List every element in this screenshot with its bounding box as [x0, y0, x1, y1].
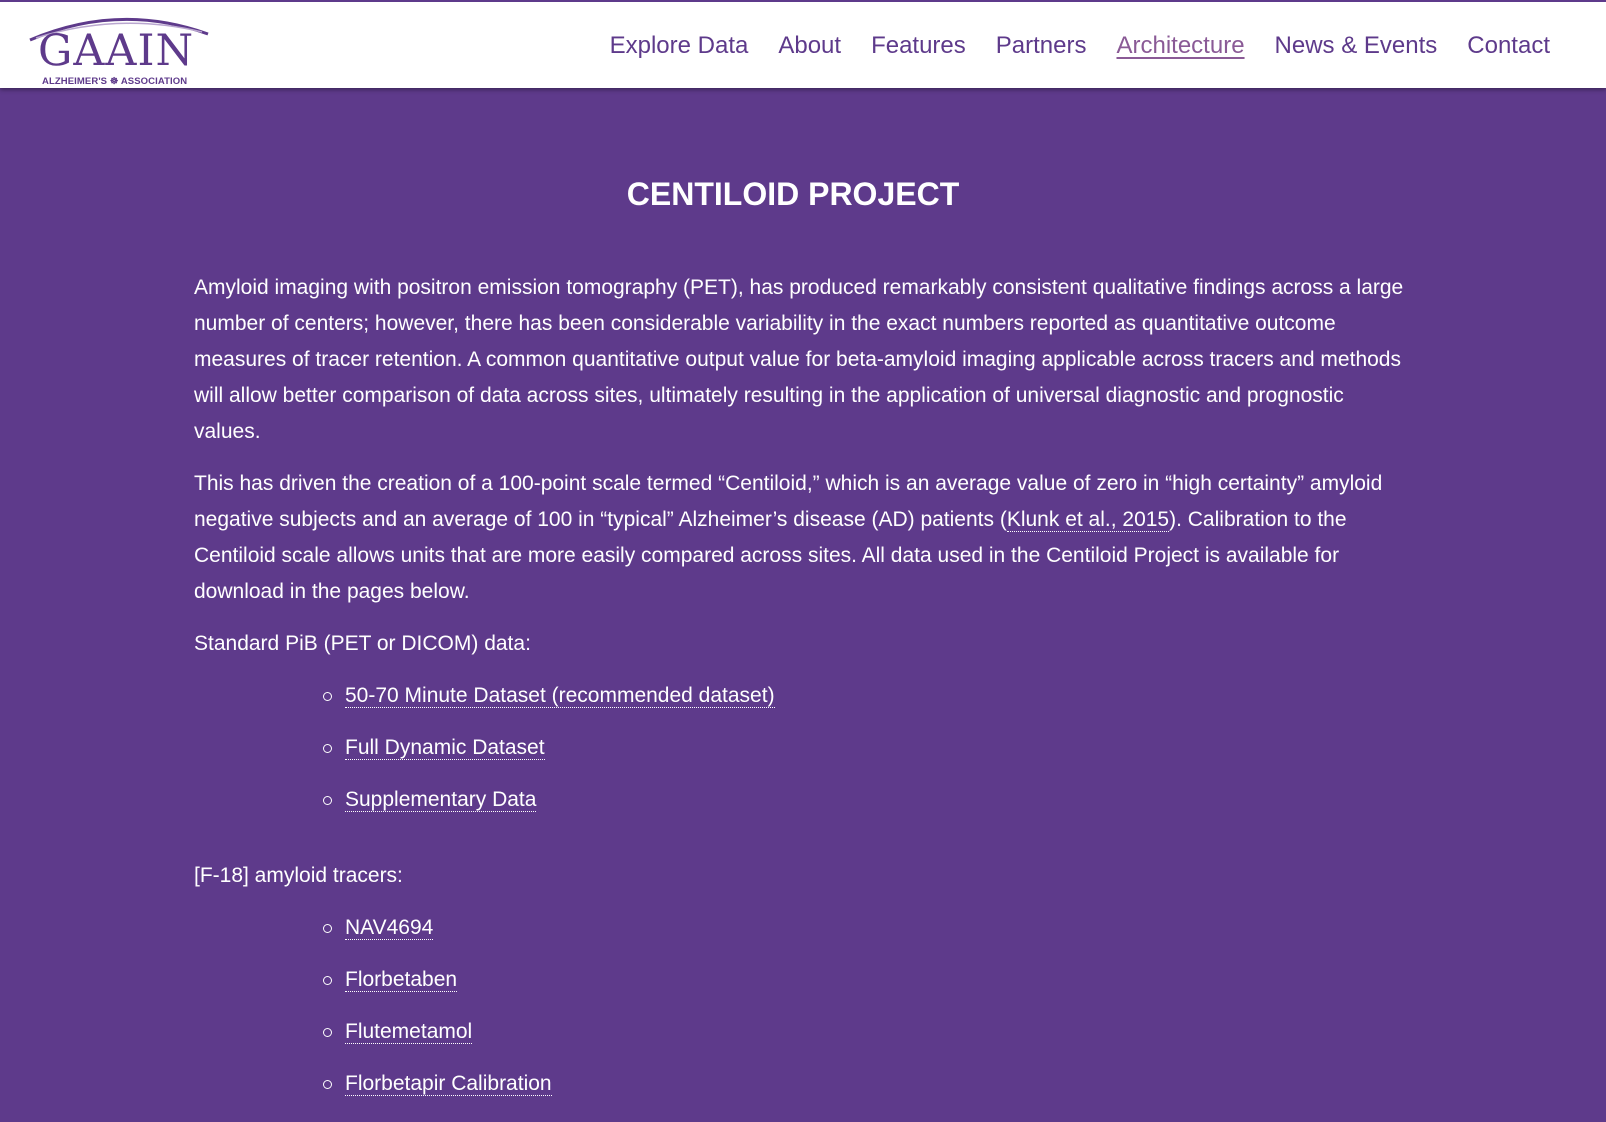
- pib-heading: Standard PiB (PET or DICOM) data:: [194, 632, 531, 655]
- florbetapir-calibration-link[interactable]: Florbetapir Calibration: [345, 1072, 552, 1096]
- klunk-citation-link[interactable]: Klunk et al., 2015: [1006, 508, 1170, 532]
- intro-paragraph: Amyloid imaging with positron emission t…: [194, 276, 1404, 443]
- f18-tracer-list: NAV4694 Florbetaben Flutemetamol Florbet…: [320, 910, 1404, 1102]
- main-nav: Explore Data About Features Partners Arc…: [610, 32, 1550, 60]
- main-content: Amyloid imaging with positron emission t…: [194, 270, 1404, 1118]
- list-item: 50-70 Minute Dataset (recommended datase…: [320, 678, 1404, 714]
- circle-bullet-icon: [323, 744, 332, 753]
- f18-heading: [F-18] amyloid tracers:: [194, 864, 403, 887]
- pib-dataset-list: 50-70 Minute Dataset (recommended datase…: [320, 678, 1404, 818]
- circle-bullet-icon: [323, 796, 332, 805]
- list-item: Florbetapir Calibration: [320, 1066, 1404, 1102]
- nav4694-link[interactable]: NAV4694: [345, 916, 434, 940]
- list-item: Florbetaben: [320, 962, 1404, 998]
- nav-architecture[interactable]: Architecture: [1116, 32, 1244, 60]
- circle-bullet-icon: [323, 976, 332, 985]
- nav-features[interactable]: Features: [871, 32, 966, 60]
- nav-news-events[interactable]: News & Events: [1275, 32, 1438, 60]
- logo-wordmark: GAAIN: [38, 26, 195, 76]
- list-item: Flutemetamol: [320, 1014, 1404, 1050]
- page: GAAIN ALZHEIMER'S ☸ ASSOCIATION Explore …: [0, 0, 1606, 1122]
- site-header: GAAIN ALZHEIMER'S ☸ ASSOCIATION Explore …: [0, 0, 1606, 88]
- list-item: Supplementary Data: [320, 782, 1404, 818]
- circle-bullet-icon: [323, 924, 332, 933]
- circle-bullet-icon: [323, 692, 332, 701]
- list-item: NAV4694: [320, 910, 1404, 946]
- supplementary-data-link[interactable]: Supplementary Data: [345, 788, 537, 812]
- gaain-logo[interactable]: GAAIN ALZHEIMER'S ☸ ASSOCIATION: [24, 8, 214, 90]
- dataset-50-70-link[interactable]: 50-70 Minute Dataset (recommended datase…: [345, 684, 775, 708]
- flutemetamol-link[interactable]: Flutemetamol: [345, 1020, 473, 1044]
- circle-bullet-icon: [323, 1080, 332, 1089]
- nav-explore-data[interactable]: Explore Data: [610, 32, 749, 60]
- circle-bullet-icon: [323, 1028, 332, 1037]
- centiloid-paragraph: This has driven the creation of a 100-po…: [194, 466, 1404, 610]
- logo-subtitle: ALZHEIMER'S ☸ ASSOCIATION: [42, 76, 188, 87]
- nav-partners[interactable]: Partners: [996, 32, 1087, 60]
- nav-about[interactable]: About: [778, 32, 841, 60]
- page-title: CENTILOID PROJECT: [626, 176, 960, 212]
- list-item: Full Dynamic Dataset: [320, 730, 1404, 766]
- full-dynamic-dataset-link[interactable]: Full Dynamic Dataset: [345, 736, 545, 760]
- florbetaben-link[interactable]: Florbetaben: [345, 968, 458, 992]
- nav-contact[interactable]: Contact: [1467, 32, 1550, 60]
